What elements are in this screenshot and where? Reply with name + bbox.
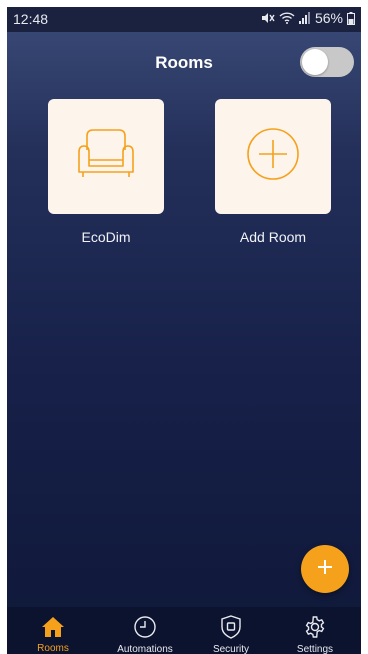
nav-item-settings[interactable]: Settings: [271, 607, 359, 654]
add-fab-button[interactable]: [301, 545, 349, 593]
home-icon: [41, 615, 65, 638]
room-label-ecodim: EcoDim: [81, 229, 131, 245]
status-time: 12:48: [13, 11, 49, 27]
nav-item-automations[interactable]: Automations: [101, 607, 189, 654]
nav-label-security: Security: [212, 644, 250, 654]
gear-icon: [303, 615, 327, 639]
nav-label-automations: Automations: [117, 644, 173, 654]
mute-icon: [261, 12, 275, 24]
clock-icon: [133, 615, 157, 639]
signal-icon: [298, 12, 311, 24]
battery-level: 56%: [314, 10, 343, 26]
plus-icon: [316, 558, 334, 581]
app-screen: 12:48 56% Rooms EcoDim Add Room Rooms Au…: [7, 7, 361, 654]
nav-item-rooms[interactable]: Rooms: [9, 607, 97, 654]
status-bar: 12:48 56%: [7, 7, 361, 32]
battery-icon: [347, 11, 355, 25]
nav-label-rooms: Rooms: [37, 643, 69, 654]
bottom-nav: Rooms Automations Security Settings: [7, 607, 361, 654]
rooms-toggle[interactable]: [300, 47, 354, 77]
toggle-knob[interactable]: [302, 49, 328, 75]
wifi-icon: [279, 12, 295, 24]
nav-label-settings: Settings: [296, 644, 334, 654]
room-label-add-room: Add Room: [239, 229, 307, 245]
armchair-icon: [75, 126, 137, 187]
plus-circle-icon: [245, 126, 301, 187]
shield-icon: [220, 615, 242, 639]
add-room-card[interactable]: [215, 99, 331, 214]
nav-item-security[interactable]: Security: [187, 607, 275, 654]
room-card-ecodim[interactable]: [48, 99, 164, 214]
status-icons: 56%: [261, 10, 355, 26]
